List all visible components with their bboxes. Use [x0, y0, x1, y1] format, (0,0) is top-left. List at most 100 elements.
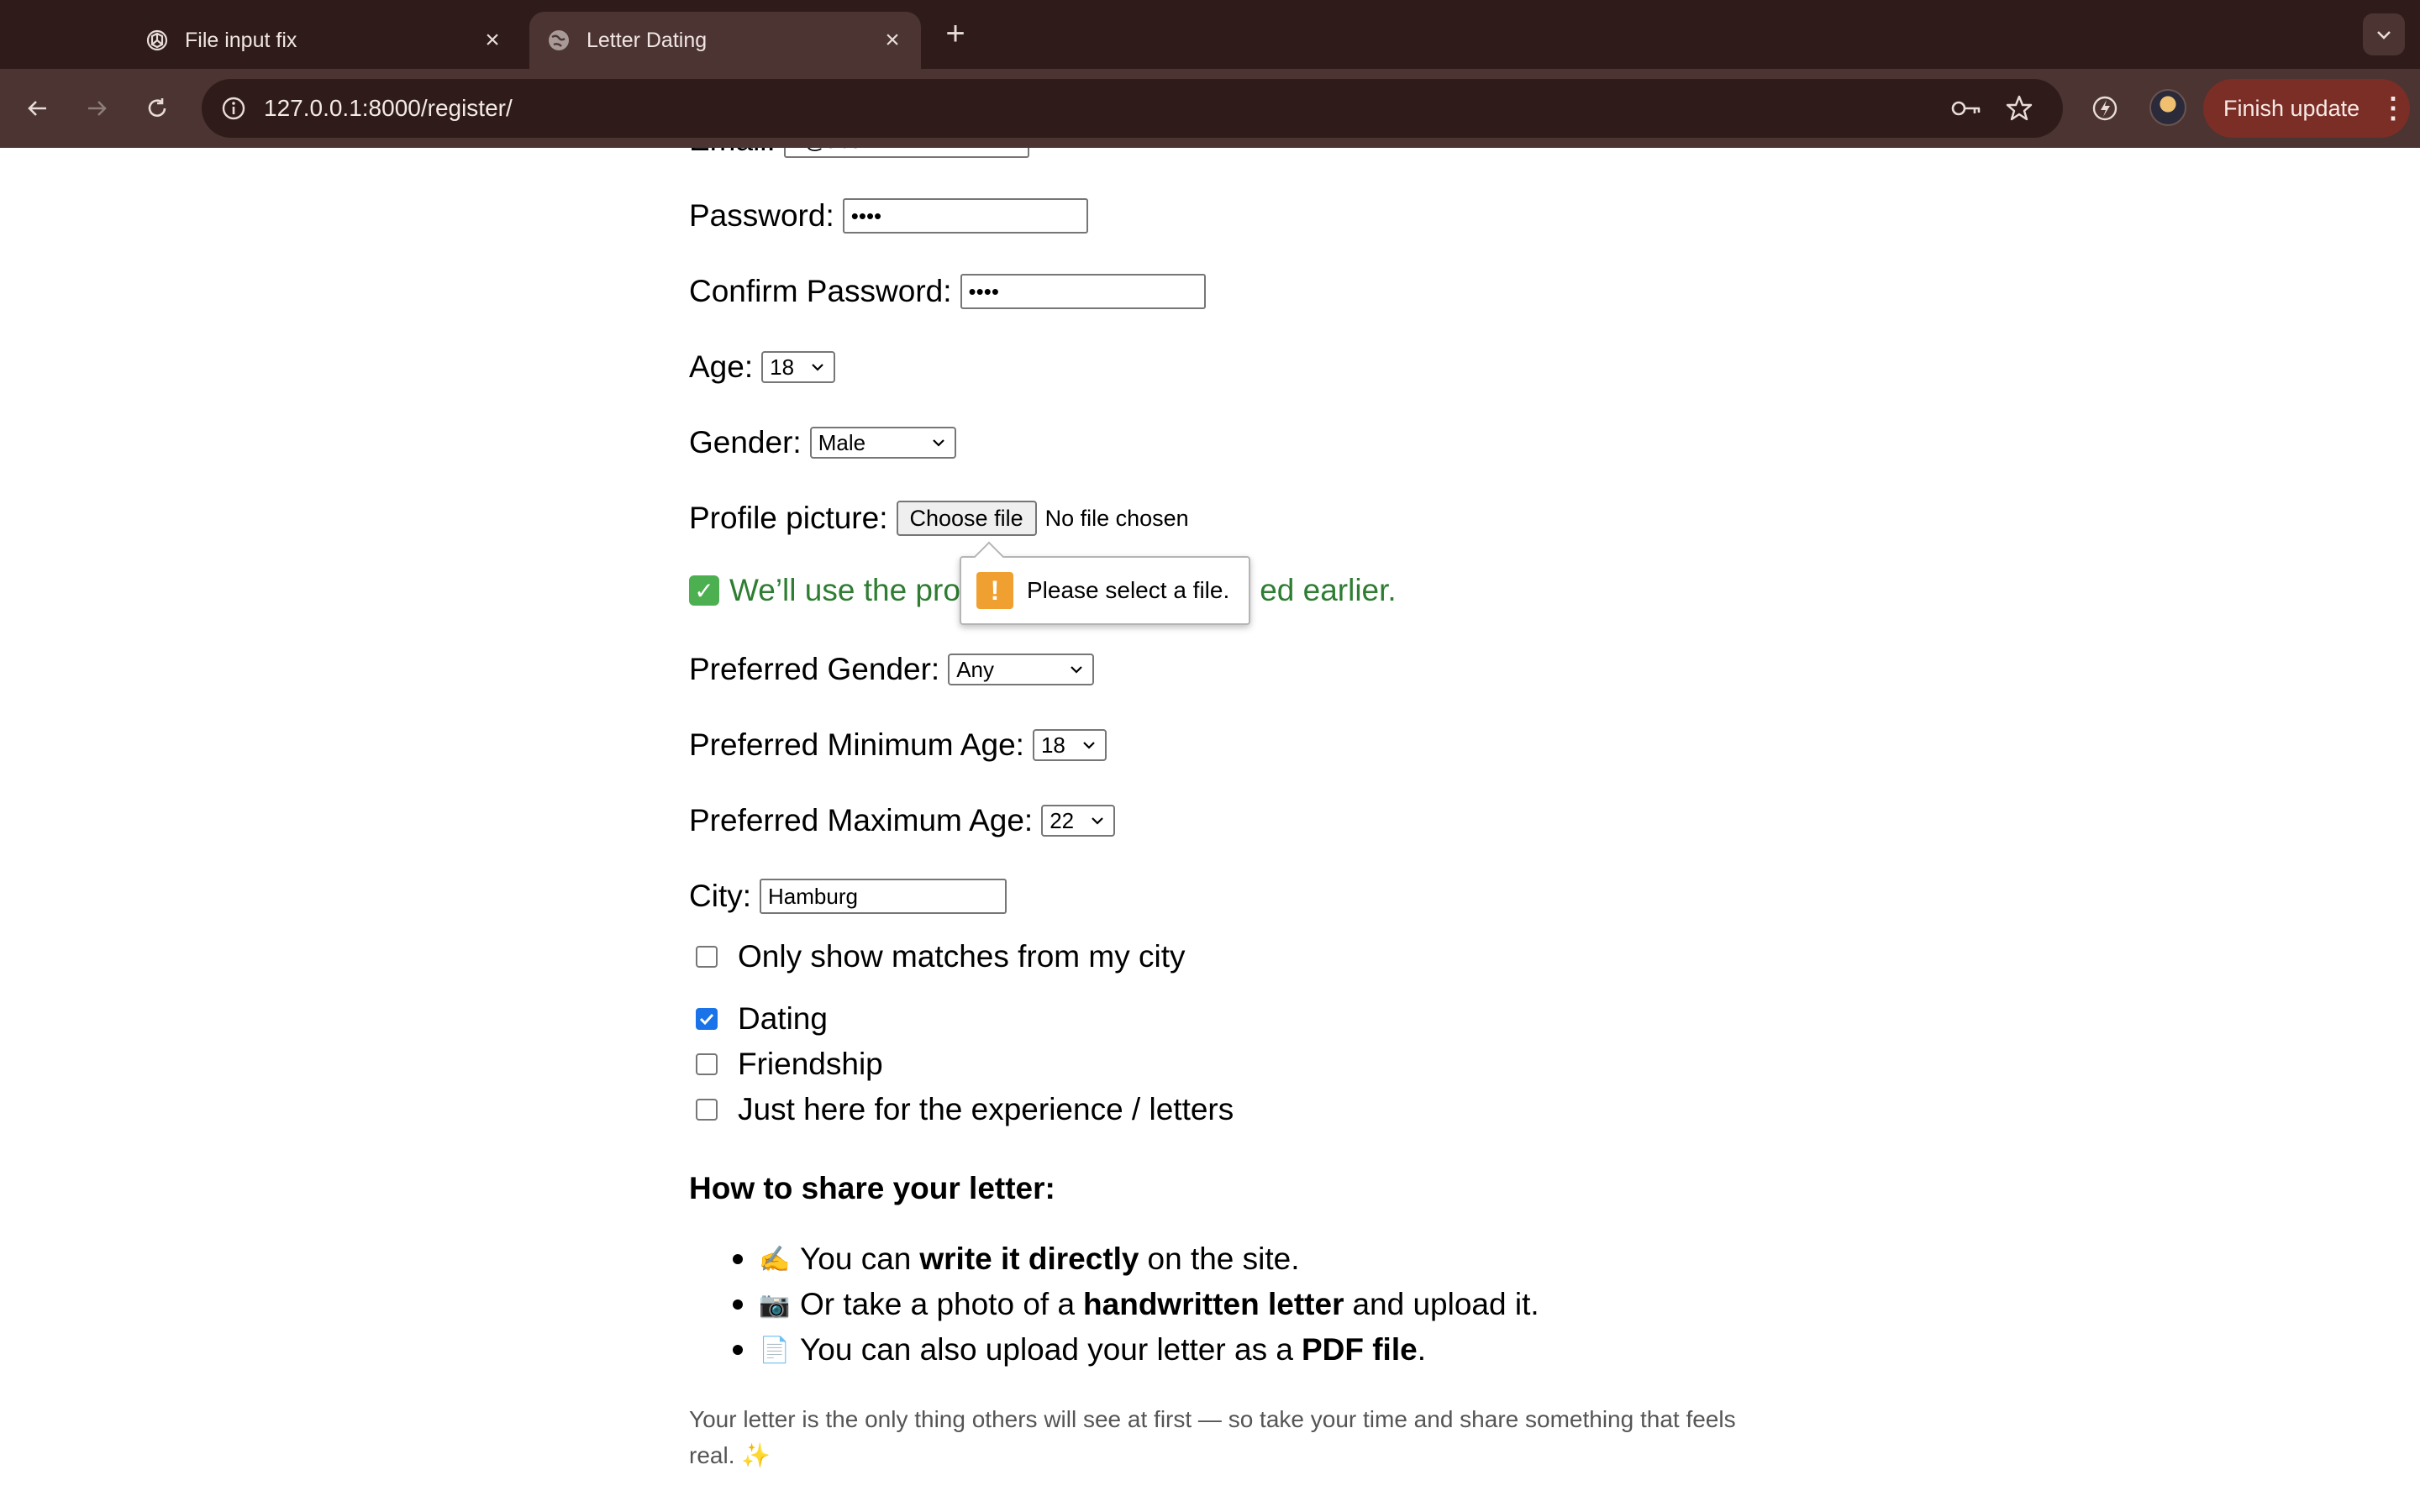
gender-select-value: Male — [818, 429, 866, 455]
city-row: City: Hamburg — [689, 879, 1007, 914]
dating-label: Dating — [738, 1001, 828, 1036]
openai-icon — [145, 28, 170, 53]
bullet — [733, 1299, 743, 1310]
reload-button[interactable] — [136, 87, 178, 129]
share-options-list: ✍️ You can write it directly on the site… — [733, 1236, 1539, 1373]
back-button[interactable] — [17, 87, 59, 129]
choose-file-button[interactable]: Choose file — [896, 501, 1037, 536]
email-row: Email: h@t.com — [689, 148, 1029, 158]
dating-checkbox[interactable] — [696, 1008, 718, 1030]
profile-picture-row: Profile picture: Choose file No file cho… — [689, 501, 1189, 536]
list-item: 📷 Or take a photo of a handwritten lette… — [733, 1282, 1539, 1327]
close-icon[interactable]: × — [477, 25, 508, 55]
profile-picture-label: Profile picture: — [689, 501, 888, 535]
address-bar[interactable]: 127.0.0.1:8000/register/ — [202, 79, 2063, 138]
preferred-max-age-select[interactable]: 22 — [1041, 805, 1116, 837]
item-text: . — [1417, 1332, 1426, 1367]
profile-note-end: ed earlier. — [1260, 573, 1397, 607]
finish-update-button[interactable]: Finish update ⋮ — [2203, 79, 2410, 138]
experience-label: Just here for the experience / letters — [738, 1092, 1234, 1126]
password-field[interactable]: •••• — [842, 198, 1088, 234]
tab-strip: File input fix × Letter Dating × + — [0, 0, 2420, 69]
preferred-gender-value: Any — [956, 656, 995, 682]
item-text: on the site. — [1147, 1242, 1300, 1276]
bookmark-star-icon[interactable] — [2002, 91, 2037, 126]
email-field[interactable]: h@t.com — [783, 148, 1029, 158]
intent-row-experience: Just here for the experience / letters — [689, 1092, 1234, 1127]
check-mark-icon: ✓ — [689, 575, 719, 606]
experience-checkbox[interactable] — [696, 1099, 718, 1121]
only-city-checkbox[interactable] — [696, 946, 718, 968]
email-label: Email: — [689, 148, 776, 158]
page-content: Email: h@t.com Password: •••• Confirm Pa… — [0, 148, 2420, 1512]
preferred-min-age-select[interactable]: 18 — [1032, 729, 1107, 761]
url-text: 127.0.0.1:8000/register/ — [264, 95, 513, 121]
tab-file-input-fix[interactable]: File input fix × — [134, 12, 521, 69]
document-icon: 📄 — [759, 1336, 791, 1364]
tab-search-button[interactable] — [2363, 13, 2405, 55]
friendship-checkbox[interactable] — [696, 1053, 718, 1075]
confirm-password-field[interactable]: •••• — [960, 274, 1206, 309]
city-label: City: — [689, 879, 751, 913]
confirm-password-row: Confirm Password: •••• — [689, 274, 1206, 309]
checkmark-icon — [699, 1013, 714, 1026]
preferred-gender-select[interactable]: Any — [948, 654, 1095, 685]
item-text: You can — [800, 1242, 912, 1276]
preferred-gender-row: Preferred Gender: Any — [689, 652, 1095, 687]
city-field[interactable]: Hamburg — [760, 879, 1007, 914]
preferred-min-age-row: Preferred Minimum Age: 18 — [689, 727, 1107, 763]
item-bold: handwritten letter — [1083, 1287, 1344, 1321]
site-info-icon[interactable] — [213, 88, 254, 129]
more-menu-icon[interactable]: ⋮ — [2376, 92, 2410, 125]
preferred-max-age-value: 22 — [1050, 807, 1075, 833]
bullet — [733, 1254, 743, 1264]
close-icon[interactable]: × — [877, 25, 908, 55]
back-arrow-icon — [28, 101, 46, 116]
camera-icon: 📷 — [759, 1290, 791, 1319]
finish-update-label: Finish update — [2223, 95, 2360, 121]
chevron-down-icon — [1086, 810, 1108, 832]
browser-toolbar: 127.0.0.1:8000/register/ Finish update ⋮ — [0, 69, 2420, 148]
forward-arrow-icon — [88, 101, 107, 116]
warning-icon: ! — [976, 572, 1013, 609]
profile-avatar[interactable] — [2149, 89, 2186, 126]
age-select[interactable]: 18 — [761, 351, 836, 383]
tab-letter-dating[interactable]: Letter Dating × — [529, 12, 921, 69]
preferred-min-age-label: Preferred Minimum Age: — [689, 727, 1024, 762]
validation-message: Please select a file. — [1027, 577, 1230, 603]
only-city-label: Only show matches from my city — [738, 939, 1186, 974]
chevron-down-icon — [1065, 659, 1087, 680]
intent-row-friendship: Friendship — [689, 1047, 883, 1082]
chevron-down-icon — [2377, 31, 2391, 39]
item-text: and upload it. — [1352, 1287, 1539, 1321]
share-heading: How to share your letter: — [689, 1171, 1055, 1205]
chevron-down-icon — [807, 356, 829, 378]
globe-icon — [546, 28, 571, 53]
item-bold: PDF file — [1301, 1332, 1418, 1367]
item-text: You can also upload your letter as a — [800, 1332, 1293, 1367]
writing-hand-icon: ✍️ — [759, 1245, 791, 1273]
age-label: Age: — [689, 349, 754, 384]
no-file-text: No file chosen — [1044, 505, 1189, 531]
gender-row: Gender: Male — [689, 425, 956, 460]
item-text: Or take a photo of a — [800, 1287, 1076, 1321]
age-row: Age: 18 — [689, 349, 836, 385]
list-item: 📄 You can also upload your letter as a P… — [733, 1327, 1539, 1373]
password-row: Password: •••• — [689, 198, 1088, 234]
gender-label: Gender: — [689, 425, 802, 459]
intent-row-dating: Dating — [689, 1001, 828, 1037]
password-key-icon[interactable] — [1948, 92, 1985, 125]
letter-footnote: Your letter is the only thing others wil… — [689, 1406, 1736, 1468]
preferred-max-age-row: Preferred Maximum Age: 22 — [689, 803, 1116, 838]
chevron-down-icon — [928, 432, 950, 454]
bullet — [733, 1345, 743, 1355]
confirm-password-label: Confirm Password: — [689, 274, 952, 308]
password-label: Password: — [689, 198, 834, 233]
file-validation-tooltip: ! Please select a file. — [960, 556, 1250, 625]
forward-button[interactable] — [76, 87, 118, 129]
tab-title: Letter Dating — [587, 28, 708, 52]
gender-select[interactable]: Male — [809, 427, 956, 459]
new-tab-button[interactable]: + — [938, 17, 973, 52]
profile-note-start: We’ll use the prof — [729, 573, 970, 607]
extension-icon[interactable] — [2084, 87, 2126, 129]
